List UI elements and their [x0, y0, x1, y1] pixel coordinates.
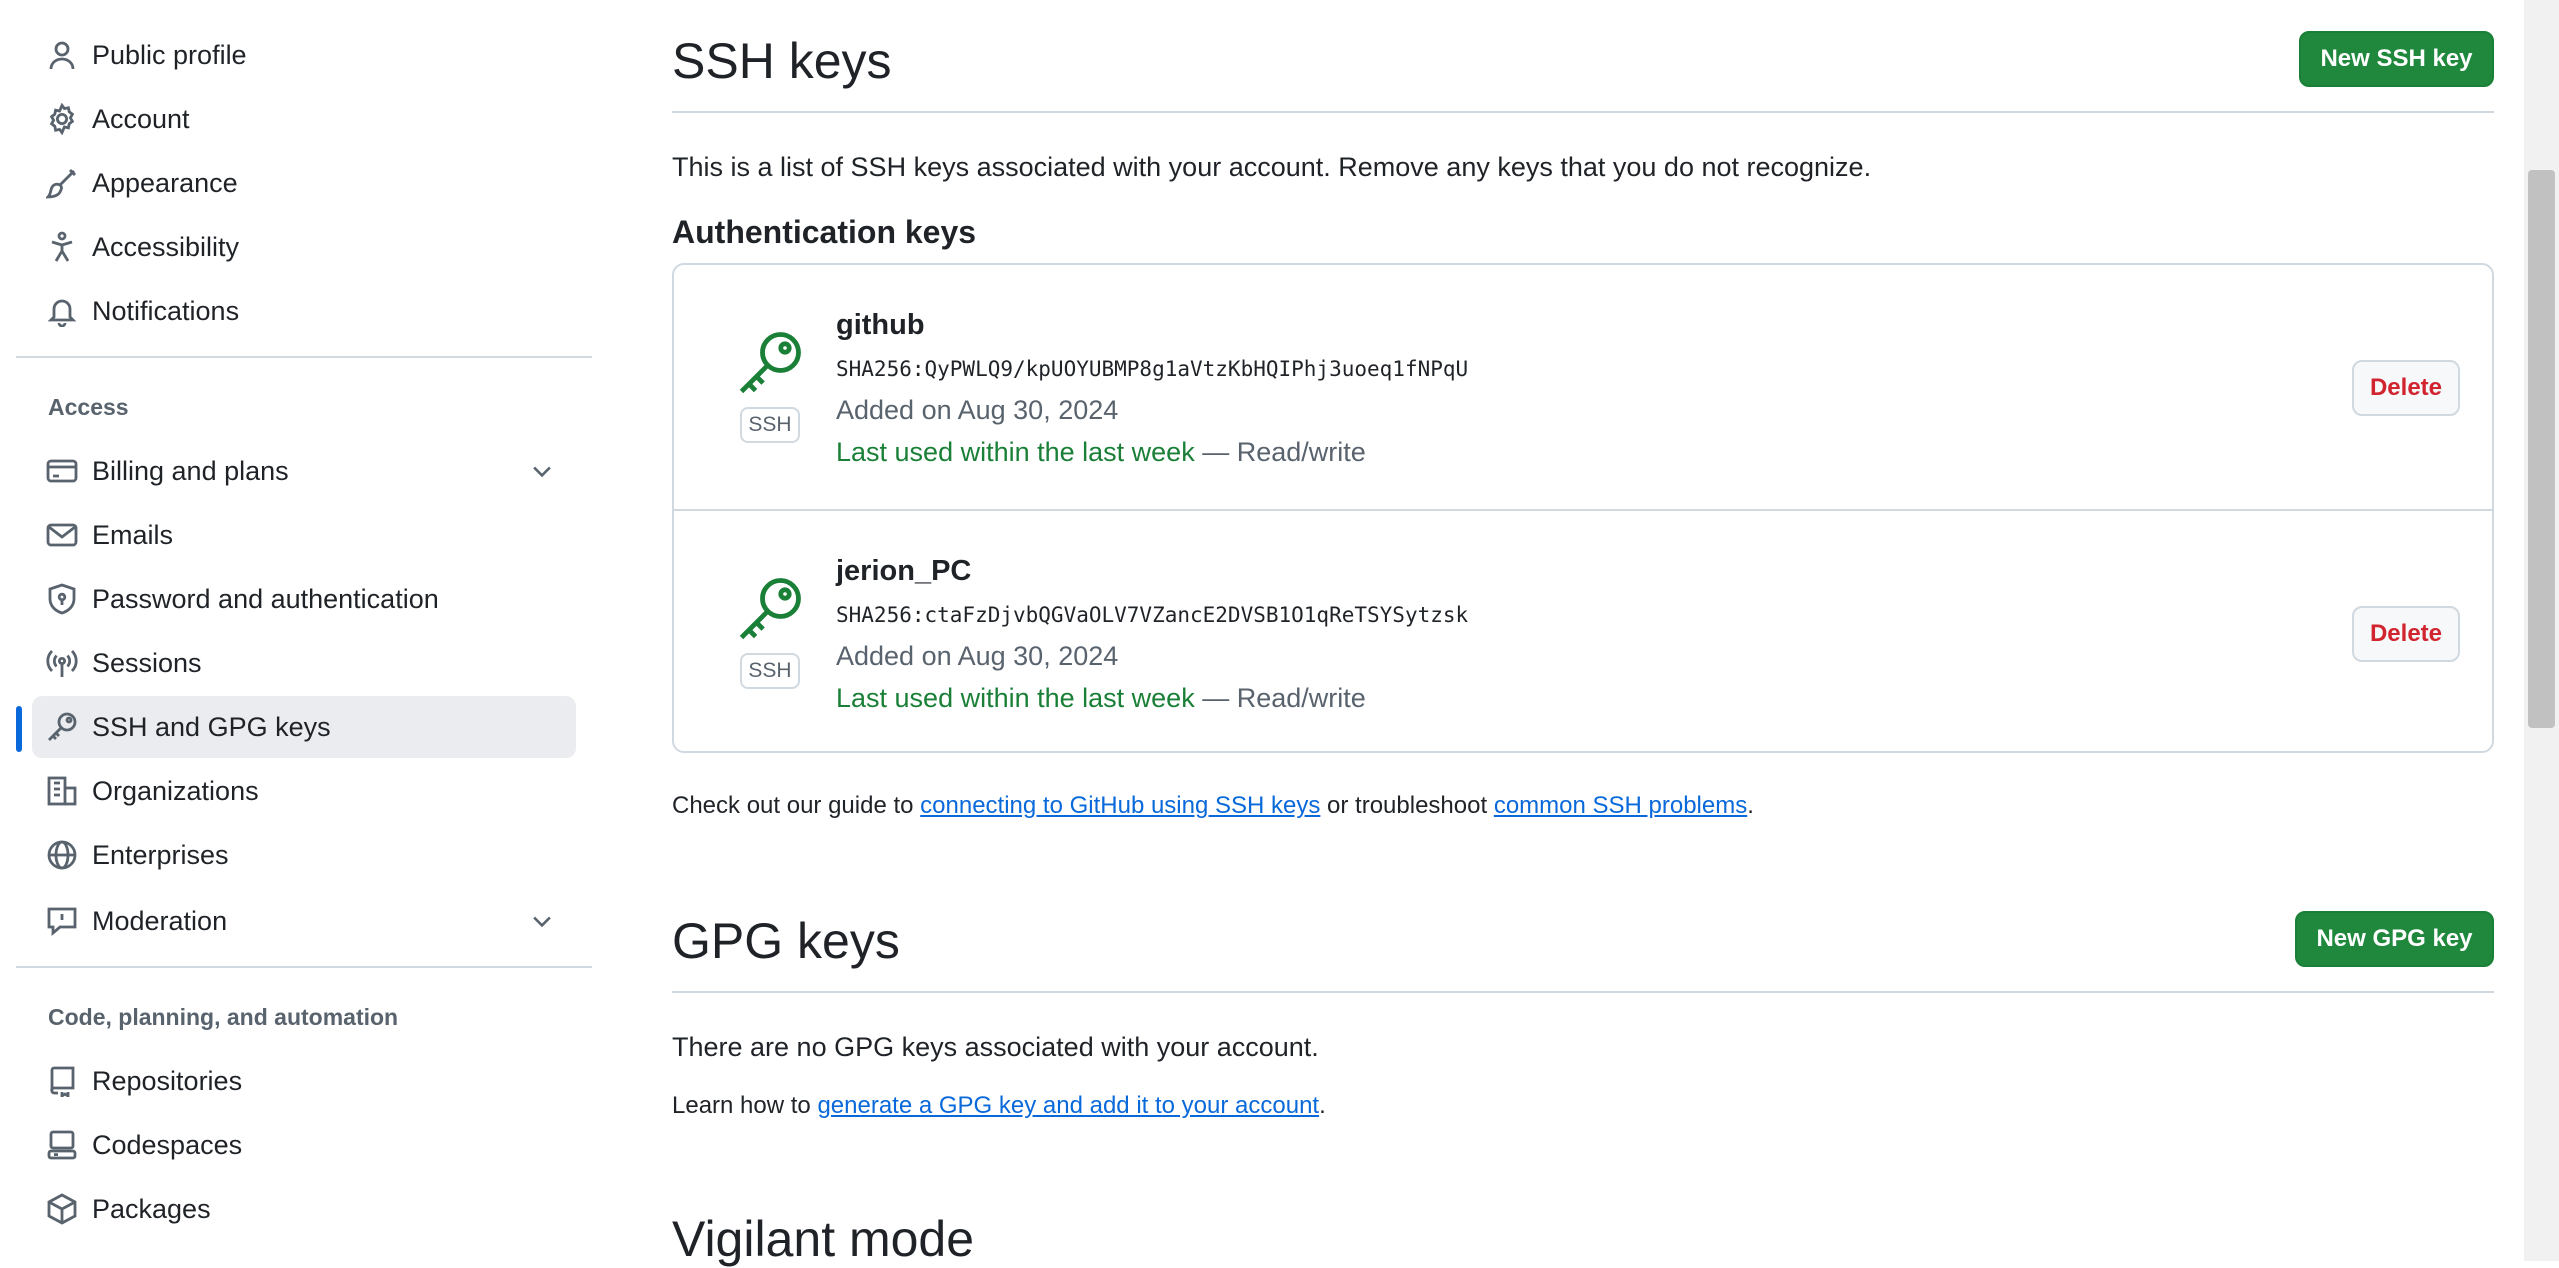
repo-icon	[46, 1065, 78, 1097]
ssh-key-access: — Read/write	[1194, 437, 1366, 467]
broadcast-icon	[46, 647, 78, 679]
ssh-section-divider	[672, 111, 2494, 113]
mail-icon	[46, 519, 78, 551]
guide-prefix: Check out our guide to	[672, 792, 921, 819]
sidebar-item-account[interactable]: Account	[32, 88, 576, 150]
bell-icon	[46, 295, 78, 327]
ssh-keys-title: SSH keys	[672, 33, 892, 89]
sidebar-item-moderation[interactable]: Moderation	[32, 890, 576, 952]
sidebar-item-sessions[interactable]: Sessions	[32, 632, 576, 694]
learn-suffix: .	[1319, 1092, 1326, 1119]
ssh-badge: SSH	[740, 407, 800, 443]
sidebar-item-repositories[interactable]: Repositories	[32, 1050, 576, 1112]
sidebar-item-label: Organizations	[92, 775, 259, 806]
chevron-down-icon[interactable]	[528, 457, 556, 485]
vigilant-mode-title: Vigilant mode	[672, 1211, 975, 1267]
active-indicator	[16, 706, 22, 752]
globe-icon	[46, 839, 78, 871]
sidebar-item-label: Enterprises	[92, 839, 229, 870]
authentication-keys-heading: Authentication keys	[672, 214, 977, 250]
sidebar-item-accessibility[interactable]: Accessibility	[32, 216, 576, 278]
credit-card-icon	[46, 455, 78, 487]
learn-prefix: Learn how to	[672, 1092, 818, 1119]
sidebar-item-public-profile[interactable]: Public profile	[32, 24, 576, 86]
ssh-key-access: — Read/write	[1194, 683, 1366, 713]
ssh-key-row: SSH github SHA256:QyPWLQ9/kpUOYUBMP8g1aV…	[674, 265, 2492, 509]
paintbrush-icon	[46, 167, 78, 199]
sidebar-item-label: Notifications	[92, 295, 240, 326]
sidebar-item-label: Codespaces	[92, 1129, 243, 1160]
delete-ssh-key-button[interactable]: Delete	[2352, 360, 2460, 416]
ssh-key-name: github	[836, 309, 925, 341]
organization-icon	[46, 775, 78, 807]
gpg-empty-message: There are no GPG keys associated with yo…	[672, 1032, 1319, 1062]
shield-lock-icon	[46, 583, 78, 615]
sidebar-item-label: Password and authentication	[92, 583, 439, 614]
package-icon	[46, 1193, 78, 1225]
ssh-guide-text: Check out our guide to connecting to Git…	[672, 792, 1754, 820]
key-icon	[739, 578, 801, 640]
gear-icon	[46, 103, 78, 135]
ssh-key-fingerprint: SHA256:ctaFzDjvbQGVaOLV7VZancE2DVSB1O1qR…	[836, 603, 1469, 627]
gpg-keys-title: GPG keys	[672, 913, 900, 969]
sidebar-item-label: Account	[92, 103, 190, 134]
sidebar-item-label: Packages	[92, 1193, 211, 1224]
gpg-section-divider	[672, 991, 2494, 993]
accessibility-icon	[46, 231, 78, 263]
sidebar-item-organizations[interactable]: Organizations	[32, 760, 576, 822]
sidebar-item-enterprises[interactable]: Enterprises	[32, 824, 576, 886]
new-gpg-key-button[interactable]: New GPG key	[2295, 911, 2494, 967]
sidebar-item-label: Repositories	[92, 1065, 243, 1096]
delete-ssh-key-button[interactable]: Delete	[2352, 606, 2460, 662]
ssh-troubleshoot-link[interactable]: common SSH problems	[1494, 792, 1747, 819]
sidebar-item-password[interactable]: Password and authentication	[32, 568, 576, 630]
guide-suffix: .	[1747, 792, 1754, 819]
report-icon	[46, 905, 78, 937]
ssh-key-last-used: Last used within the last week — Read/wr…	[836, 437, 1366, 468]
ssh-key-last-used-text: Last used within the last week	[836, 683, 1195, 713]
ssh-guide-link[interactable]: connecting to GitHub using SSH keys	[920, 792, 1320, 819]
sidebar-item-label: Moderation	[92, 905, 228, 936]
ssh-key-added-date: Added on Aug 30, 2024	[836, 641, 1119, 671]
sidebar-item-billing[interactable]: Billing and plans	[32, 440, 576, 502]
ssh-key-fingerprint: SHA256:QyPWLQ9/kpUOYUBMP8g1aVtzKbHQIPhj3…	[836, 357, 1469, 381]
ssh-key-row: SSH jerion_PC SHA256:ctaFzDjvbQGVaOLV7VZ…	[674, 509, 2492, 755]
new-ssh-key-button[interactable]: New SSH key	[2299, 31, 2494, 87]
ssh-key-last-used-text: Last used within the last week	[836, 437, 1195, 467]
sidebar-item-label: Appearance	[92, 167, 238, 198]
guide-middle: or troubleshoot	[1320, 792, 1494, 819]
codespaces-icon	[46, 1129, 78, 1161]
person-icon	[46, 39, 78, 71]
key-icon	[46, 711, 78, 743]
gpg-learn-text: Learn how to generate a GPG key and add …	[672, 1092, 1326, 1120]
sidebar-item-label: Billing and plans	[92, 455, 289, 486]
sidebar-item-label: Sessions	[92, 647, 202, 678]
key-icon	[739, 332, 801, 394]
sidebar-item-label: Emails	[92, 519, 174, 550]
sidebar-item-packages[interactable]: Packages	[32, 1178, 576, 1240]
sidebar-item-codespaces[interactable]: Codespaces	[32, 1114, 576, 1176]
ssh-key-list: SSH github SHA256:QyPWLQ9/kpUOYUBMP8g1aV…	[672, 263, 2494, 753]
ssh-description: This is a list of SSH keys associated wi…	[672, 152, 1872, 182]
sidebar-divider	[16, 966, 592, 968]
sidebar-item-emails[interactable]: Emails	[32, 504, 576, 566]
sidebar-item-label: SSH and GPG keys	[92, 711, 331, 742]
ssh-key-name: jerion_PC	[836, 555, 972, 587]
ssh-key-last-used: Last used within the last week — Read/wr…	[836, 683, 1366, 714]
sidebar-item-ssh-gpg-keys[interactable]: SSH and GPG keys	[32, 696, 576, 758]
ssh-key-added-date: Added on Aug 30, 2024	[836, 395, 1119, 425]
sidebar-section-access: Access	[48, 394, 129, 420]
sidebar-divider	[16, 356, 592, 358]
sidebar-item-notifications[interactable]: Notifications	[32, 280, 576, 342]
sidebar-item-label: Public profile	[92, 39, 247, 70]
sidebar-item-label: Accessibility	[92, 231, 240, 262]
chevron-down-icon[interactable]	[528, 907, 556, 935]
gpg-learn-link[interactable]: generate a GPG key and add it to your ac…	[817, 1092, 1319, 1119]
page-scrollbar-thumb[interactable]	[2528, 170, 2555, 728]
sidebar-item-appearance[interactable]: Appearance	[32, 152, 576, 214]
ssh-badge: SSH	[740, 653, 800, 689]
sidebar-section-code: Code, planning, and automation	[48, 1004, 399, 1030]
